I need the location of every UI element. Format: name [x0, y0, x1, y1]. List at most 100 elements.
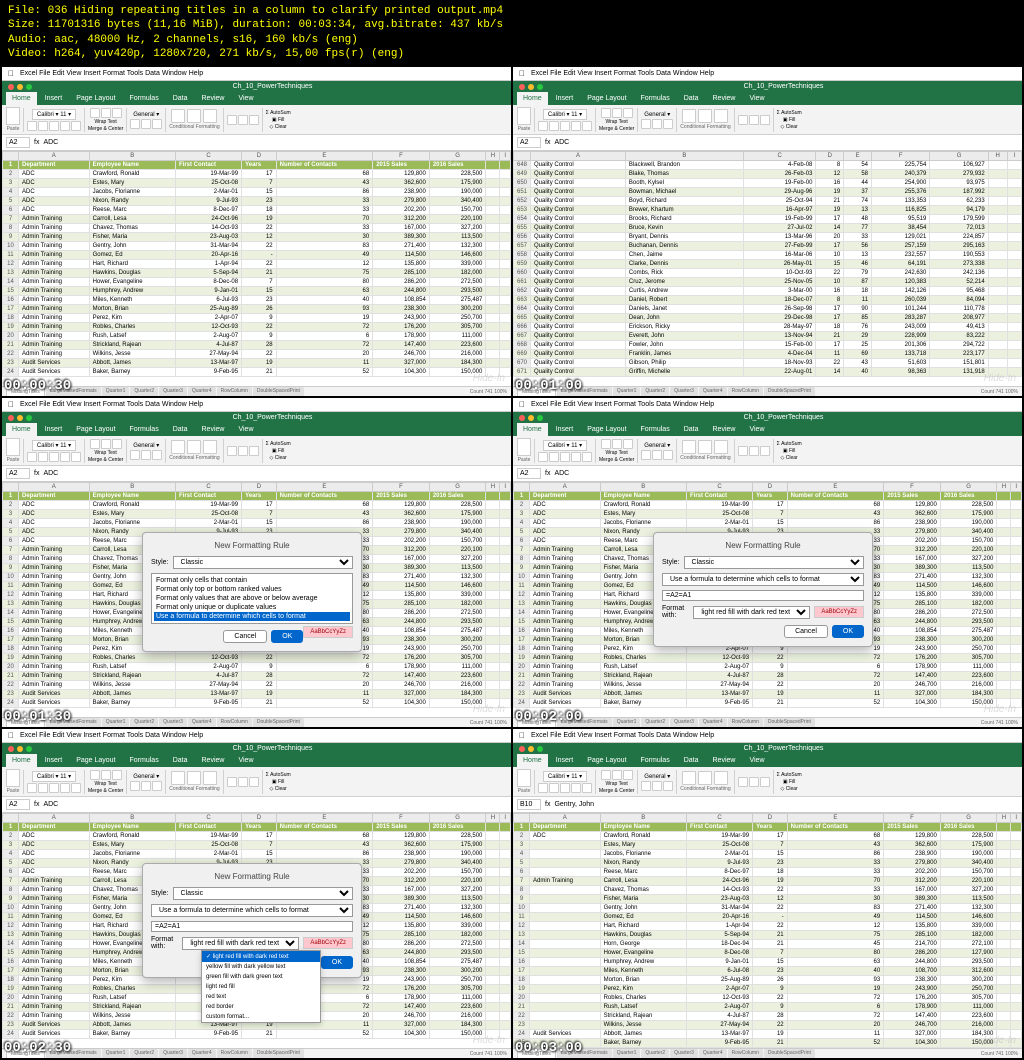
- col-header-F[interactable]: F: [884, 814, 941, 823]
- ribbon-tab-view[interactable]: View: [232, 423, 259, 436]
- table-row[interactable]: 3ADCEstes, Mary25-Oct-08743362,600175,90…: [3, 510, 511, 519]
- worksheet[interactable]: ABCDEFGHI1DepartmentEmployee NameFirst C…: [2, 813, 511, 1048]
- ribbon-tab-home[interactable]: Home: [517, 754, 548, 767]
- table-row[interactable]: 19Admin TrainingRobles, Charles12-Oct-93…: [3, 654, 511, 663]
- editing-group[interactable]: Σ AutoSum▣ Fill◇ Clear: [266, 110, 291, 130]
- sheet-tab-rowcolumn[interactable]: RowColumn: [217, 1049, 252, 1058]
- format-option[interactable]: red border: [202, 1002, 320, 1012]
- ribbon-tab-page-layout[interactable]: Page Layout: [70, 423, 121, 436]
- sheet-tab-doublespacedprint[interactable]: DoubleSpacedPrint: [253, 718, 304, 727]
- col-header-C[interactable]: C: [687, 483, 753, 492]
- col-header-I[interactable]: I: [1011, 483, 1022, 492]
- col-header-F[interactable]: F: [884, 483, 941, 492]
- col-header-G[interactable]: G: [940, 814, 997, 823]
- col-header-H[interactable]: H: [997, 814, 1011, 823]
- editing-group[interactable]: Σ AutoSum▣ Fill◇ Clear: [777, 110, 802, 130]
- table-row[interactable]: 2ADCCrawford, Ronald19-Mar-991768129,800…: [3, 501, 511, 510]
- ribbon-tab-formulas[interactable]: Formulas: [124, 92, 165, 105]
- table-row[interactable]: 4ADCJacobs, Florianne2-Mar-011586238,900…: [514, 519, 1022, 528]
- format-with-select[interactable]: light red fill with dark red text: [182, 937, 299, 950]
- menu-view[interactable]: View: [577, 401, 592, 408]
- col-header-G[interactable]: G: [930, 152, 988, 161]
- paste-group[interactable]: Paste: [6, 438, 20, 463]
- menu-edit[interactable]: Edit: [563, 732, 575, 739]
- table-row[interactable]: 13Admin TrainingHawkins, Douglas5-Sep-94…: [3, 269, 511, 278]
- table-row[interactable]: 655Quality ControlBruce, Kevin27-Jul-021…: [514, 224, 1022, 233]
- sheet-tab-quarter2[interactable]: Quarter2: [130, 387, 158, 396]
- styles-group[interactable]: Conditional Formatting: [169, 771, 219, 792]
- table-row[interactable]: 3ADCEstes, Mary25-Oct-08743362,600175,90…: [3, 179, 511, 188]
- sheet-tab-quarter3[interactable]: Quarter3: [159, 387, 187, 396]
- sheet-tab-quarter1[interactable]: Quarter1: [102, 718, 130, 727]
- menu-file[interactable]: File: [39, 401, 50, 408]
- col-header-H[interactable]: H: [988, 152, 1007, 161]
- sheet-tab-doublespacedprint[interactable]: DoubleSpacedPrint: [764, 718, 815, 727]
- sheet-tab-quarter4[interactable]: Quarter4: [188, 1049, 216, 1058]
- table-row[interactable]: 17Admin TrainingMorton, Brian25-Aug-8926…: [3, 305, 511, 314]
- cells-group[interactable]: [738, 777, 770, 787]
- col-header-A[interactable]: A: [19, 152, 90, 161]
- menu-insert[interactable]: Insert: [83, 732, 101, 739]
- font-group[interactable]: Calibri ▾ 11 ▾: [27, 109, 81, 131]
- editing-group[interactable]: Σ AutoSum▣ Fill◇ Clear: [266, 772, 291, 792]
- menu-excel[interactable]: Excel: [531, 732, 548, 739]
- ribbon-tab-insert[interactable]: Insert: [550, 754, 580, 767]
- format-option[interactable]: green fill with dark green text: [202, 972, 320, 982]
- table-row[interactable]: 21Admin TrainingStrickland, Rajean4-Jul-…: [3, 672, 511, 681]
- sheet-tab-doublespacedprint[interactable]: DoubleSpacedPrint: [764, 1049, 815, 1058]
- rule-type-select[interactable]: Use a formula to determine which cells t…: [151, 904, 353, 917]
- ribbon-tab-view[interactable]: View: [743, 423, 770, 436]
- table-row[interactable]: 670Quality ControlGibson, Philip18-Nov-9…: [514, 359, 1022, 368]
- formula-input[interactable]: [662, 590, 864, 601]
- number-group[interactable]: General ▾: [130, 773, 162, 791]
- ribbon-tab-review[interactable]: Review: [196, 754, 231, 767]
- table-row[interactable]: 4Jacobs, Florianne2-Mar-011586238,900190…: [514, 850, 1022, 859]
- sheet-tab-quarter3[interactable]: Quarter3: [670, 718, 698, 727]
- sheet-tab-rowcolumn[interactable]: RowColumn: [728, 718, 763, 727]
- table-row[interactable]: 668Quality ControlFowler, John15-Feb-001…: [514, 341, 1022, 350]
- align-group[interactable]: Wrap TextMerge & Center: [599, 108, 634, 132]
- col-header-B[interactable]: B: [89, 483, 175, 492]
- table-row[interactable]: 2ADCCrawford, Ronald19-Mar-991768129,800…: [3, 170, 511, 179]
- menu-help[interactable]: Help: [189, 70, 203, 77]
- style-select[interactable]: Classic: [173, 887, 353, 900]
- sheet-tab-quarter2[interactable]: Quarter2: [641, 1049, 669, 1058]
- table-row[interactable]: 15Hower, Evangeline8-Dec-08780286,200127…: [514, 949, 1022, 958]
- table-row[interactable]: 23Audit ServicesAbbott, James13-Mar-9719…: [514, 690, 1022, 699]
- menu-file[interactable]: File: [550, 70, 561, 77]
- col-header-C[interactable]: C: [687, 814, 753, 823]
- ribbon-tab-view[interactable]: View: [232, 754, 259, 767]
- cells-group[interactable]: [738, 115, 770, 125]
- number-group[interactable]: General ▾: [641, 442, 673, 460]
- sheet-tab-doublespacedprint[interactable]: DoubleSpacedPrint: [764, 387, 815, 396]
- table-row[interactable]: 22Admin TrainingWilkins, Jesse27-May-942…: [514, 681, 1022, 690]
- number-group[interactable]: General ▾: [130, 111, 162, 129]
- table-row[interactable]: 662Quality ControlCurtis, Andrew3-Mar-00…: [514, 287, 1022, 296]
- sheet-tab-doublespacedprint[interactable]: DoubleSpacedPrint: [253, 1049, 304, 1058]
- style-select[interactable]: Classic: [684, 556, 864, 569]
- ok-button[interactable]: OK: [321, 956, 353, 969]
- col-header-G[interactable]: G: [940, 483, 997, 492]
- cells-group[interactable]: [227, 777, 259, 787]
- menu-data[interactable]: Data: [145, 732, 160, 739]
- styles-group[interactable]: Conditional Formatting: [680, 771, 730, 792]
- table-row[interactable]: 663Quality ControlDaniel, Robert18-Dec-0…: [514, 296, 1022, 305]
- col-header-I[interactable]: I: [500, 814, 511, 823]
- table-row[interactable]: 13Hawkins, Douglas5-Sep-942175285,100182…: [514, 931, 1022, 940]
- table-row[interactable]: 24Audit ServicesBaker, Barney9-Feb-95215…: [514, 699, 1022, 708]
- table-row[interactable]: 23Audit ServicesAbbott, James13-Mar-9719…: [3, 359, 511, 368]
- table-row[interactable]: 7Admin TrainingCarroll, Lesa24-Oct-96197…: [514, 877, 1022, 886]
- sheet-tab-doublespacedprint[interactable]: DoubleSpacedPrint: [253, 387, 304, 396]
- table-row[interactable]: 652Quality ControlBoyd, Richard25-Oct-94…: [514, 197, 1022, 206]
- font-group[interactable]: Calibri ▾ 11 ▾: [538, 440, 592, 462]
- col-header-A[interactable]: A: [531, 152, 626, 161]
- format-with-select[interactable]: light red fill with dark red text: [693, 606, 810, 619]
- worksheet[interactable]: ABCDEFGHI1DepartmentEmployee NameFirst C…: [2, 151, 511, 386]
- ribbon-tab-page-layout[interactable]: Page Layout: [70, 754, 121, 767]
- table-row[interactable]: 664Quality ControlDaniels, Janet26-Sep-9…: [514, 305, 1022, 314]
- ribbon-tab-page-layout[interactable]: Page Layout: [70, 92, 121, 105]
- menu-edit[interactable]: Edit: [52, 70, 64, 77]
- table-row[interactable]: 24Audit ServicesBaker, Barney9-Feb-95215…: [3, 368, 511, 377]
- menu-view[interactable]: View: [577, 732, 592, 739]
- sheet-tab-quarter1[interactable]: Quarter1: [102, 1049, 130, 1058]
